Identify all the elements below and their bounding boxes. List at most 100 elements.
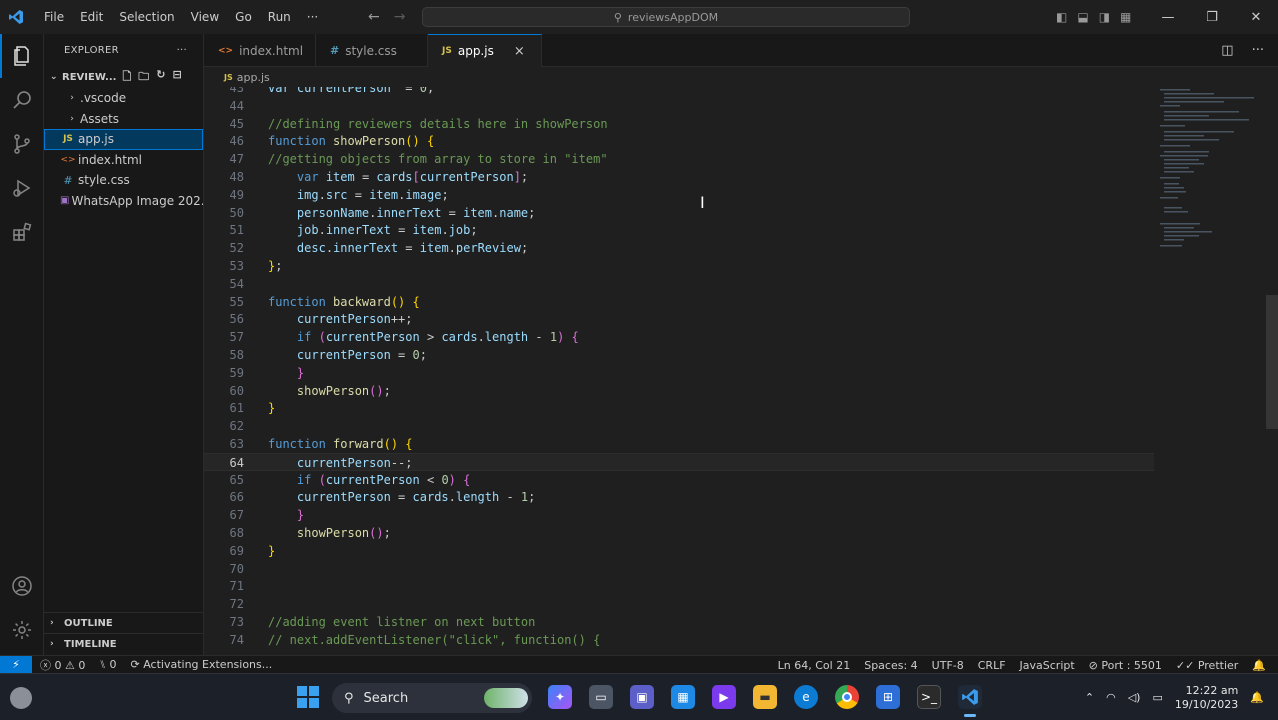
file-explorer-icon[interactable]: ▬	[753, 685, 777, 709]
code-line[interactable]: 74 // next.addEventListener("click", func…	[204, 631, 1154, 649]
live-server-port[interactable]: ⊘ Port : 5501	[1089, 659, 1162, 672]
code-line[interactable]: 44	[204, 97, 1154, 115]
close-window-icon[interactable]: ✕	[1234, 10, 1278, 25]
terminal-app-icon[interactable]: >_	[917, 685, 941, 709]
weather-widget-icon[interactable]	[10, 687, 32, 709]
code-line[interactable]: 66 currentPerson = cards.length - 1;	[204, 488, 1154, 506]
code-line[interactable]: 69}	[204, 542, 1154, 560]
extensions-icon[interactable]	[0, 210, 44, 254]
code-line[interactable]: 63 function forward() {	[204, 435, 1154, 453]
customize-layout-icon[interactable]: ▦	[1120, 10, 1131, 24]
explorer-icon[interactable]	[0, 34, 44, 78]
code-line[interactable]: 59 }	[204, 364, 1154, 382]
menu-edit[interactable]: Edit	[72, 10, 111, 24]
code-line[interactable]: 61}	[204, 399, 1154, 417]
vscode-taskbar-icon[interactable]	[958, 685, 982, 717]
code-line[interactable]: 67 }	[204, 506, 1154, 524]
menu-view[interactable]: View	[183, 10, 227, 24]
teams-app-icon[interactable]: ▣	[630, 685, 654, 709]
code-line[interactable]: 54	[204, 275, 1154, 293]
tree-item-whatsapp-image[interactable]: ▣ WhatsApp Image 202...	[44, 191, 203, 212]
refresh-icon[interactable]: ↻	[156, 68, 165, 87]
back-arrow-icon[interactable]: ←	[368, 9, 380, 25]
code-line[interactable]: 60 showPerson();	[204, 382, 1154, 400]
new-file-icon[interactable]: 🗋	[122, 68, 131, 87]
code-line[interactable]: 71	[204, 577, 1154, 595]
language-mode[interactable]: JavaScript	[1020, 659, 1075, 672]
cursor-position[interactable]: Ln 64, Col 21	[778, 659, 851, 672]
code-line[interactable]: 65 if (currentPerson < 0) {	[204, 471, 1154, 489]
store-app-icon[interactable]: ⊞	[876, 685, 900, 709]
encoding[interactable]: UTF-8	[932, 659, 964, 672]
end-of-line[interactable]: CRLF	[978, 659, 1006, 672]
tree-item-vscode[interactable]: › .vscode	[44, 88, 203, 109]
volume-icon[interactable]: ◁)	[1128, 691, 1141, 704]
code-line[interactable]: 51 job.innerText = item.job;	[204, 221, 1154, 239]
notification-icon[interactable]: 🔔	[1250, 691, 1264, 704]
code-line[interactable]: 62	[204, 417, 1154, 435]
tab-style-css[interactable]: # style.css	[316, 34, 428, 67]
code-line[interactable]: 46 function showPerson() {	[204, 132, 1154, 150]
code-line[interactable]: 72	[204, 595, 1154, 613]
tree-item-style-css[interactable]: # style.css	[44, 170, 203, 191]
menu-selection[interactable]: Selection	[111, 10, 182, 24]
minimize-icon[interactable]: —	[1146, 10, 1190, 25]
code-line[interactable]: 53};	[204, 257, 1154, 275]
more-actions-icon[interactable]: ···	[1252, 43, 1264, 58]
code-line[interactable]: 73 //adding event listner on next button	[204, 613, 1154, 631]
code-line[interactable]: 56 currentPerson++;	[204, 310, 1154, 328]
source-control-icon[interactable]	[0, 122, 44, 166]
breadcrumb-file[interactable]: app.js	[237, 71, 270, 84]
remote-indicator-icon[interactable]: ⚡	[0, 655, 32, 674]
taskbar-search[interactable]: ⚲ Search	[332, 683, 532, 713]
new-folder-icon[interactable]: 🗀	[138, 68, 149, 87]
collapse-all-icon[interactable]: ⊟	[173, 68, 182, 87]
maximize-icon[interactable]: ❐	[1190, 10, 1234, 25]
tab-app-js[interactable]: JS app.js ×	[428, 34, 542, 67]
code-line[interactable]: 70	[204, 560, 1154, 578]
toggle-panel-icon[interactable]: ⬓	[1077, 10, 1088, 24]
activity-indicator[interactable]: ⟳ Activating Extensions...	[130, 658, 272, 671]
minimap[interactable]	[1160, 87, 1260, 655]
menu-run[interactable]: Run	[260, 10, 299, 24]
notifications-bell-icon[interactable]: 🔔	[1252, 659, 1266, 672]
problems-indicator[interactable]: ⓧ 0 ⚠ 0	[40, 657, 85, 673]
workspace-folder[interactable]: ⌄ REVIEW... 🗋 🗀 ↻ ⊟	[44, 66, 203, 88]
code-line[interactable]: 57 if (currentPerson > cards.length - 1)…	[204, 328, 1154, 346]
code-line[interactable]: 64 currentPerson--;	[204, 452, 1154, 471]
battery-icon[interactable]: ▭	[1152, 691, 1162, 704]
copilot-app-icon[interactable]: ✦	[548, 685, 572, 709]
media-app-icon[interactable]: ▶	[712, 685, 736, 709]
code-line[interactable]: 49 img.src = item.image;	[204, 186, 1154, 204]
outline-section[interactable]: › OUTLINE	[44, 612, 204, 633]
code-line[interactable]: 43 var currentPerson = 0;	[204, 87, 1154, 97]
chrome-browser-icon[interactable]	[835, 685, 859, 709]
menu-file[interactable]: File	[36, 10, 72, 24]
editor-scrollbar[interactable]	[1266, 295, 1278, 429]
split-editor-icon[interactable]: ◫	[1221, 43, 1233, 58]
tree-item-app-js[interactable]: JS app.js	[44, 129, 203, 150]
accounts-icon[interactable]	[0, 564, 44, 608]
start-button-icon[interactable]	[297, 686, 319, 708]
menu-go[interactable]: Go	[227, 10, 260, 24]
code-line[interactable]: 68 showPerson();	[204, 524, 1154, 542]
task-view-icon[interactable]: ▭	[589, 685, 613, 709]
forward-arrow-icon[interactable]: →	[394, 9, 406, 25]
edge-browser-icon[interactable]: e	[794, 685, 818, 709]
tab-index-html[interactable]: <> index.html	[204, 34, 316, 67]
code-line[interactable]: 58 currentPerson = 0;	[204, 346, 1154, 364]
close-tab-icon[interactable]: ×	[514, 44, 525, 59]
menu-more[interactable]: ···	[299, 10, 326, 24]
run-debug-icon[interactable]	[0, 166, 44, 210]
clock[interactable]: 12:22 am 19/10/2023	[1175, 684, 1238, 712]
explorer-more-actions[interactable]: ···	[177, 45, 187, 56]
code-line[interactable]: 45 //defining reviewers details here in s…	[204, 115, 1154, 133]
code-editor[interactable]: 43 var currentPerson = 0; 44 45 //defining r…	[204, 87, 1278, 655]
wifi-icon[interactable]: ◠	[1106, 691, 1116, 704]
code-line[interactable]: 52 desc.innerText = item.perReview;	[204, 239, 1154, 257]
tree-item-index-html[interactable]: <> index.html	[44, 150, 203, 171]
code-line[interactable]: 50 personName.innerText = item.name;	[204, 204, 1154, 222]
chevron-up-icon[interactable]: ⌃	[1085, 691, 1094, 704]
settings-gear-icon[interactable]	[0, 608, 44, 652]
toggle-secondary-sidebar-icon[interactable]: ◨	[1099, 10, 1110, 24]
